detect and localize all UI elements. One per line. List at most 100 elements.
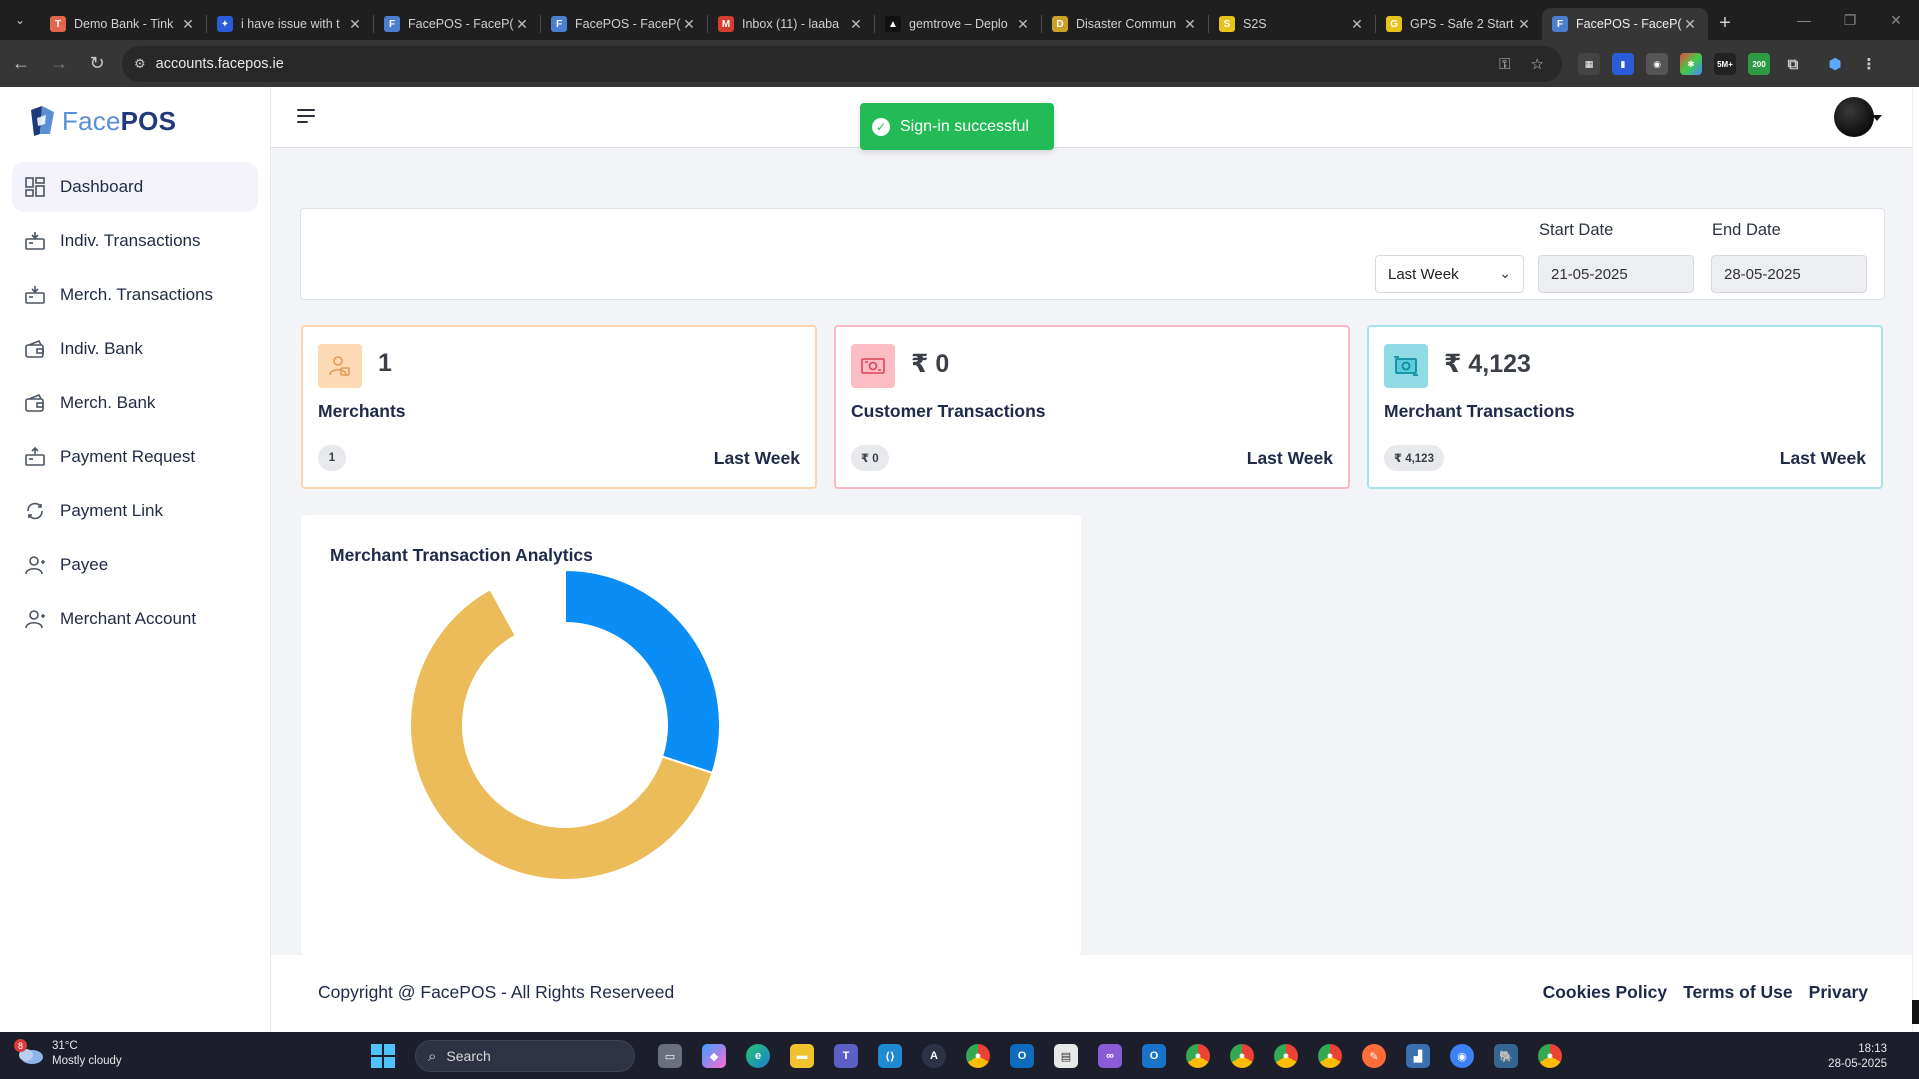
tab-close-icon[interactable]: ✕ xyxy=(347,16,363,33)
minimize-icon[interactable]: — xyxy=(1781,0,1827,40)
stat-card-merchants[interactable]: 1 Merchants 1 Last Week xyxy=(301,325,817,489)
outlook-icon[interactable]: O xyxy=(1005,1039,1039,1073)
extension-doc-icon[interactable]: ▮ xyxy=(1612,53,1634,75)
sidebar-item-label: Merch. Bank xyxy=(60,393,156,412)
new-tab-button[interactable]: + xyxy=(1708,12,1742,35)
weather-widget[interactable]: 8 31°C Mostly cloudy xyxy=(14,1039,122,1069)
postgres-icon[interactable]: 🐘 xyxy=(1489,1039,1523,1073)
sidebar-item-indiv-bank[interactable]: Indiv. Bank xyxy=(12,324,258,374)
address-bar[interactable]: ⚙ accounts.facepos.ie ⚿ ☆ xyxy=(122,46,1562,82)
windows-start-icon[interactable] xyxy=(371,1044,395,1068)
sidebar-item-merch-transactions[interactable]: Merch. Transactions xyxy=(12,270,258,320)
sidebar-item-dashboard[interactable]: Dashboard xyxy=(12,162,258,212)
tab-close-icon[interactable]: ✕ xyxy=(1182,16,1198,33)
page-scrollbar[interactable] xyxy=(1912,87,1919,1032)
avatar-caret-icon[interactable] xyxy=(1872,115,1882,121)
copilot-icon[interactable]: ◆ xyxy=(697,1039,731,1073)
browser-tab[interactable]: D Disaster Commun ✕ xyxy=(1042,8,1208,40)
tab-title: GPS - Safe 2 Start xyxy=(1410,17,1514,31)
stat-badge: ₹ 4,123 xyxy=(1384,445,1444,471)
app-store-icon[interactable]: A xyxy=(917,1039,951,1073)
browser-tab[interactable]: ▲ gemtrove – Deplo ✕ xyxy=(875,8,1041,40)
stat-period: Last Week xyxy=(1246,448,1333,468)
media-icon[interactable]: ◉ xyxy=(1445,1039,1479,1073)
reload-icon[interactable]: ↻ xyxy=(80,47,114,81)
extension-grid-icon[interactable]: ▦ xyxy=(1578,53,1600,75)
forward-arrow-icon[interactable]: → xyxy=(42,47,76,81)
extension-200-icon[interactable]: 200 xyxy=(1748,53,1770,75)
close-window-icon[interactable]: ✕ xyxy=(1873,0,1919,40)
sidebar-item-indiv-transactions[interactable]: Indiv. Transactions xyxy=(12,216,258,266)
task-view-icon[interactable]: ▭ xyxy=(653,1039,687,1073)
tab-close-icon[interactable]: ✕ xyxy=(1682,16,1698,33)
tab-close-icon[interactable]: ✕ xyxy=(514,16,530,33)
extension-5m-icon[interactable]: 5M+ xyxy=(1714,53,1736,75)
teams-icon[interactable]: T xyxy=(829,1039,863,1073)
taskbar-clock[interactable]: 18:13 28-05-2025 xyxy=(1828,1042,1887,1072)
chrome-profile-icon[interactable]: ● xyxy=(1181,1039,1215,1073)
file-explorer-icon[interactable]: ▬ xyxy=(785,1039,819,1073)
tab-close-icon[interactable]: ✕ xyxy=(681,16,697,33)
browser-tab[interactable]: ✦ i have issue with t ✕ xyxy=(207,8,373,40)
scrollbar-thumb[interactable] xyxy=(1912,1000,1919,1024)
tab-list: T Demo Bank - Tink ✕ ✦ i have issue with t ✕ F… xyxy=(40,0,1708,40)
chrome-profile-4-icon[interactable]: ● xyxy=(1313,1039,1347,1073)
edge-icon[interactable]: e xyxy=(741,1039,775,1073)
visual-studio-icon[interactable]: ∞ xyxy=(1093,1039,1127,1073)
tab-title: Demo Bank - Tink xyxy=(74,17,174,31)
stat-card-merchant-transactions[interactable]: ₹ 4,123 Merchant Transactions ₹ 4,123 La… xyxy=(1367,325,1883,489)
tab-close-icon[interactable]: ✕ xyxy=(180,16,196,33)
taskbar-search[interactable]: ⌕ Search xyxy=(415,1040,635,1072)
tab-close-icon[interactable]: ✕ xyxy=(848,16,864,33)
sidebar-item-payment-link[interactable]: Payment Link xyxy=(12,486,258,536)
donut-slice-1[interactable] xyxy=(564,568,721,775)
avatar[interactable] xyxy=(1834,97,1874,137)
chrome-icon[interactable]: ● xyxy=(961,1039,995,1073)
tab-search-chevron-icon[interactable]: ⌄ xyxy=(0,0,40,40)
browser-menu-icon[interactable]: ⋮ xyxy=(1858,53,1880,75)
ssms-icon[interactable]: ▟ xyxy=(1401,1039,1435,1073)
profile-icon[interactable]: ⬢ xyxy=(1824,53,1846,75)
chrome-profile-5-icon[interactable]: ● xyxy=(1533,1039,1567,1073)
tab-close-icon[interactable]: ✕ xyxy=(1516,16,1532,33)
browser-tab[interactable]: S S2S ✕ xyxy=(1209,8,1375,40)
omnibox-actions: ⚿ ☆ xyxy=(1499,46,1544,82)
sidebar-item-merch-bank[interactable]: Merch. Bank xyxy=(12,378,258,428)
site-info-icon[interactable]: ⚙ xyxy=(134,56,146,72)
browser-tab[interactable]: G GPS - Safe 2 Start ✕ xyxy=(1376,8,1542,40)
privacy-link[interactable]: Privary xyxy=(1809,982,1868,1003)
stat-card-customer-transactions[interactable]: ₹ 0 Customer Transactions ₹ 0 Last Week xyxy=(834,325,1350,489)
extension-camera-icon[interactable]: ◉ xyxy=(1646,53,1668,75)
vscode-icon[interactable]: ⟨⟩ xyxy=(873,1039,907,1073)
browser-tab[interactable]: F FacePOS - FaceP(✕ xyxy=(1542,8,1708,40)
password-key-icon[interactable]: ⚿ xyxy=(1499,56,1510,73)
cookies-policy-link[interactable]: Cookies Policy xyxy=(1543,982,1668,1003)
chrome-profile-2-icon[interactable]: ● xyxy=(1225,1039,1259,1073)
tab-close-icon[interactable]: ✕ xyxy=(1015,16,1031,33)
postman-icon[interactable]: ✎ xyxy=(1357,1039,1391,1073)
start-date-input[interactable] xyxy=(1538,255,1694,293)
sidebar-item-payee[interactable]: Payee xyxy=(12,540,258,590)
outlook-classic-icon[interactable]: O xyxy=(1137,1039,1171,1073)
back-arrow-icon[interactable]: ← xyxy=(4,47,38,81)
hamburger-menu-icon[interactable] xyxy=(297,109,315,125)
facepos-logo[interactable]: FacePOS xyxy=(28,103,176,139)
browser-tab[interactable]: F FacePOS - FaceP(✕ xyxy=(541,8,707,40)
tab-close-icon[interactable]: ✕ xyxy=(1349,16,1365,33)
restore-icon[interactable]: ❐ xyxy=(1827,0,1873,40)
end-date-input[interactable] xyxy=(1711,255,1867,293)
sidebar-item-payment-request[interactable]: Payment Request xyxy=(12,432,258,482)
sidebar-item-merchant-account[interactable]: Merchant Account xyxy=(12,594,258,644)
terms-of-use-link[interactable]: Terms of Use xyxy=(1683,982,1793,1003)
browser-tab[interactable]: T Demo Bank - Tink ✕ xyxy=(40,8,206,40)
browser-tab[interactable]: F FacePOS - FaceP(✕ xyxy=(374,8,540,40)
chrome-profile-3-icon[interactable]: ● xyxy=(1269,1039,1303,1073)
bookmark-star-icon[interactable]: ☆ xyxy=(1531,55,1544,73)
extension-color-icon[interactable]: ✱ xyxy=(1680,53,1702,75)
notebook-icon[interactable]: ▤ xyxy=(1049,1039,1083,1073)
extensions-puzzle-icon[interactable]: ⧉ xyxy=(1782,53,1804,75)
browser-tab[interactable]: M Inbox (11) - laaba ✕ xyxy=(708,8,874,40)
success-toast[interactable]: ✓ Sign-in successful xyxy=(860,103,1054,150)
period-select[interactable]: Last Week ⌄ xyxy=(1375,255,1524,293)
sidebar-item-label: Indiv. Transactions xyxy=(60,231,201,250)
